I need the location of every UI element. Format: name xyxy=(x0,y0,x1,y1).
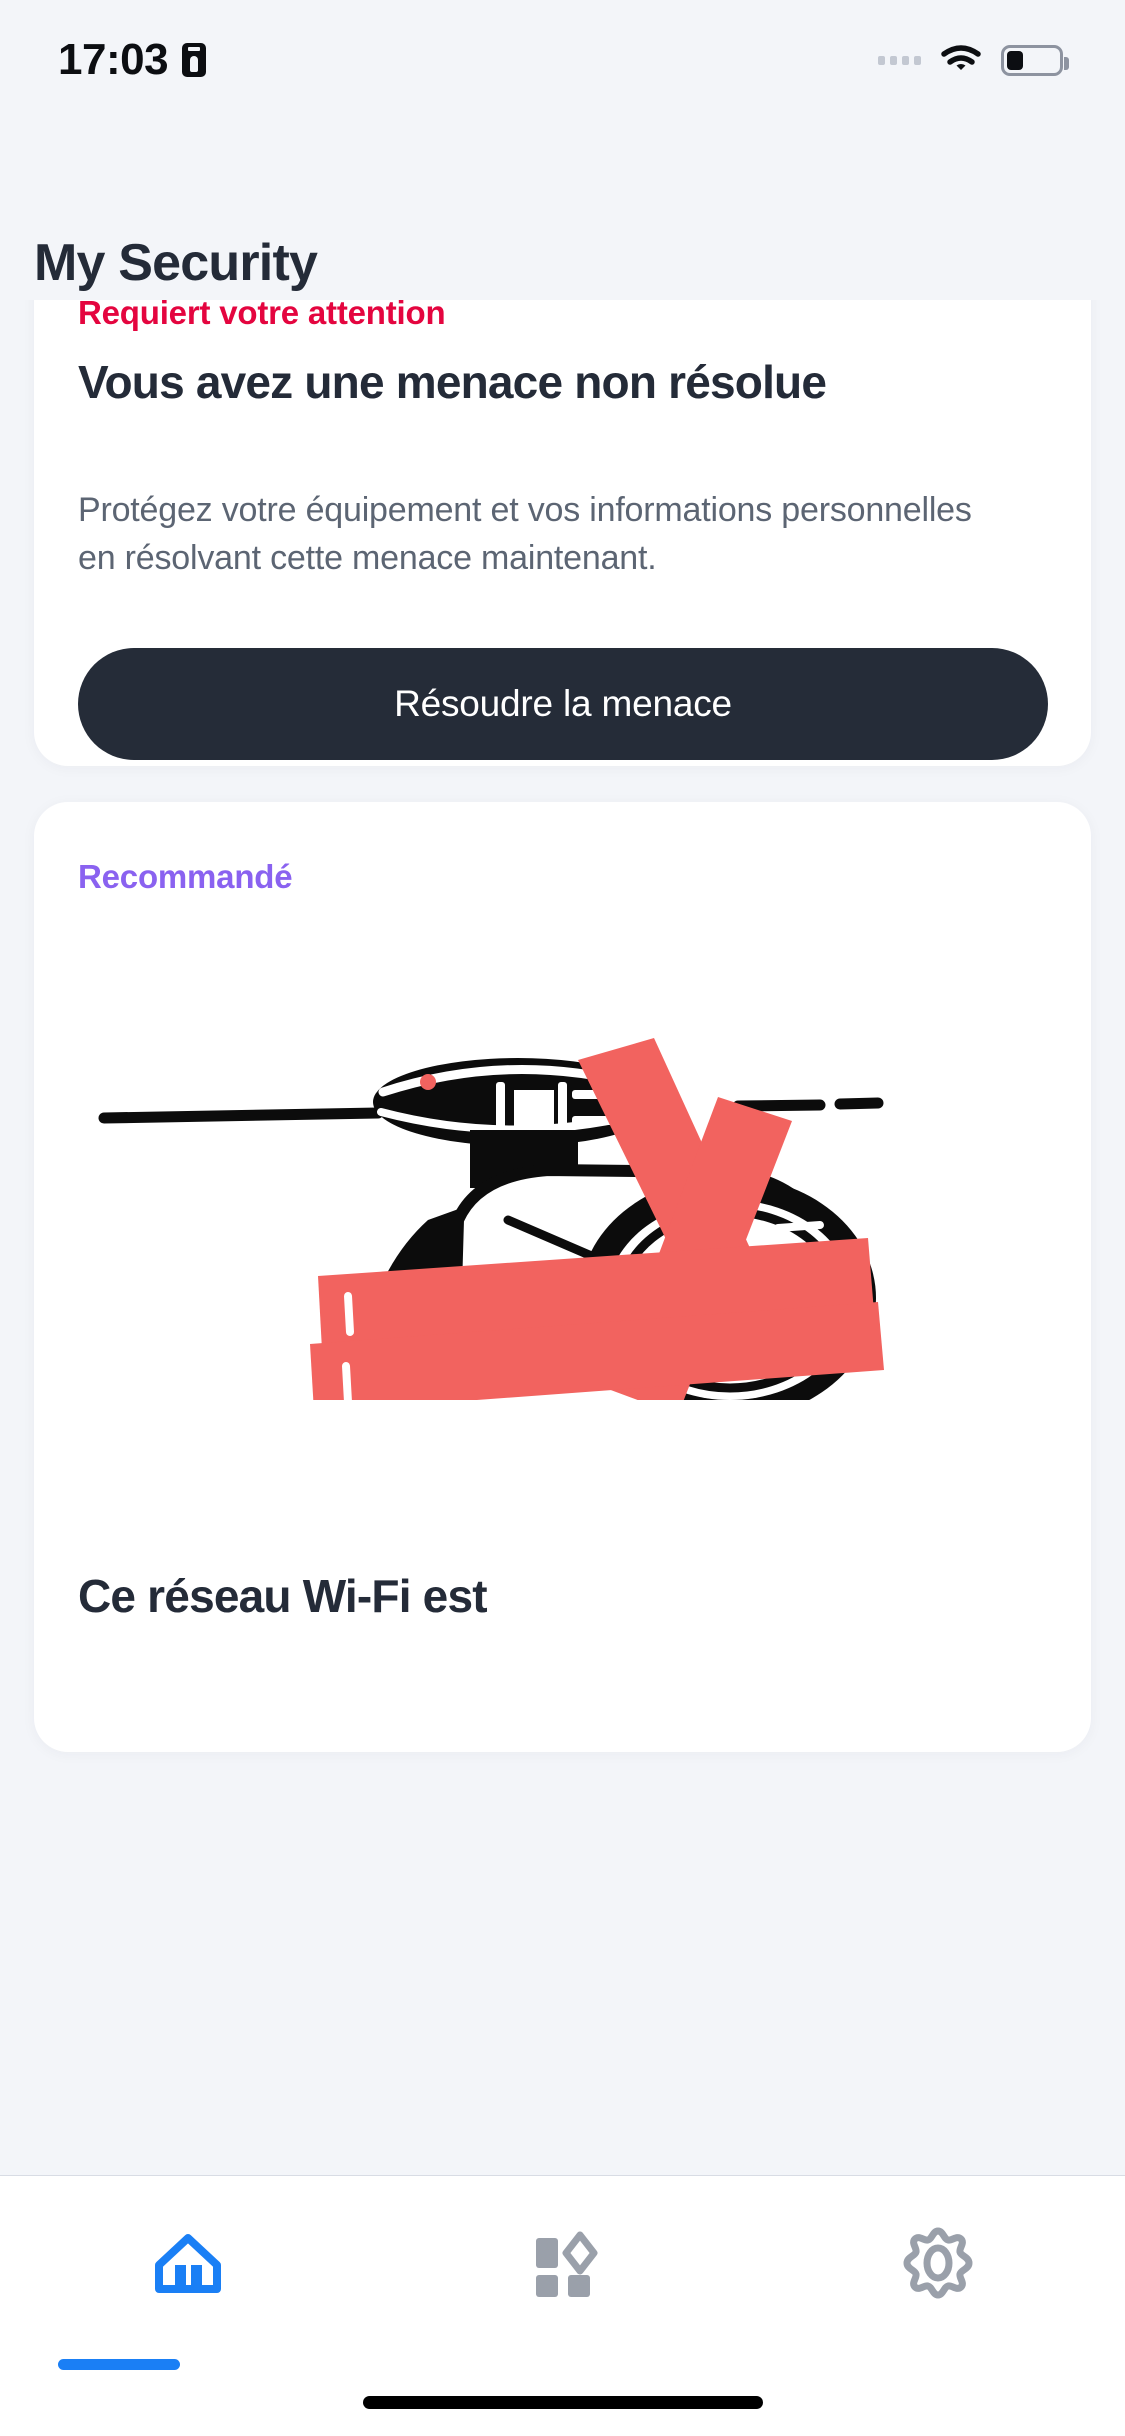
recommended-card[interactable]: Recommandé Ce réseau Wi-Fi est xyxy=(34,802,1091,1752)
gear-icon xyxy=(901,2227,975,2301)
status-bar-clock: 17:03 xyxy=(58,35,169,84)
tab-settings[interactable] xyxy=(750,2176,1125,2352)
apps-grid-icon xyxy=(528,2229,598,2299)
home-icon xyxy=(151,2229,225,2299)
status-bar-left: 17:03 xyxy=(58,35,207,84)
recommended-eyebrow: Recommandé xyxy=(78,858,293,895)
scroll-content[interactable]: Requiert votre attention Vous avez une m… xyxy=(0,300,1125,2175)
threat-card[interactable]: Requiert votre attention Vous avez une m… xyxy=(34,300,1091,766)
battery-low-icon xyxy=(1001,44,1069,76)
resolve-threat-button[interactable]: Résoudre la menace xyxy=(78,648,1048,760)
phone-screen: 17:03 My Security Requiert votre attenti… xyxy=(0,0,1125,2436)
disabled-security-camera-illustration xyxy=(78,920,1048,1400)
threat-body: Protégez votre équipement et vos informa… xyxy=(78,491,972,578)
tab-home[interactable] xyxy=(0,2176,375,2370)
wifi-icon xyxy=(941,45,981,75)
tab-apps[interactable] xyxy=(375,2176,750,2352)
threat-headline: Vous avez une menace non résolue xyxy=(78,356,827,408)
signal-dots-icon xyxy=(878,55,921,65)
active-tab-indicator xyxy=(58,2359,180,2370)
status-bar-right xyxy=(878,44,1069,76)
id-card-icon xyxy=(182,43,207,77)
recommended-title: Ce réseau Wi-Fi est xyxy=(78,1570,488,1622)
home-indicator xyxy=(362,2396,763,2409)
bottom-tab-bar xyxy=(0,2175,1125,2436)
page-title: My Security xyxy=(34,234,318,292)
threat-eyebrow: Requiert votre attention xyxy=(78,300,446,331)
status-bar: 17:03 xyxy=(0,0,1125,120)
tab-list xyxy=(0,2176,1125,2370)
